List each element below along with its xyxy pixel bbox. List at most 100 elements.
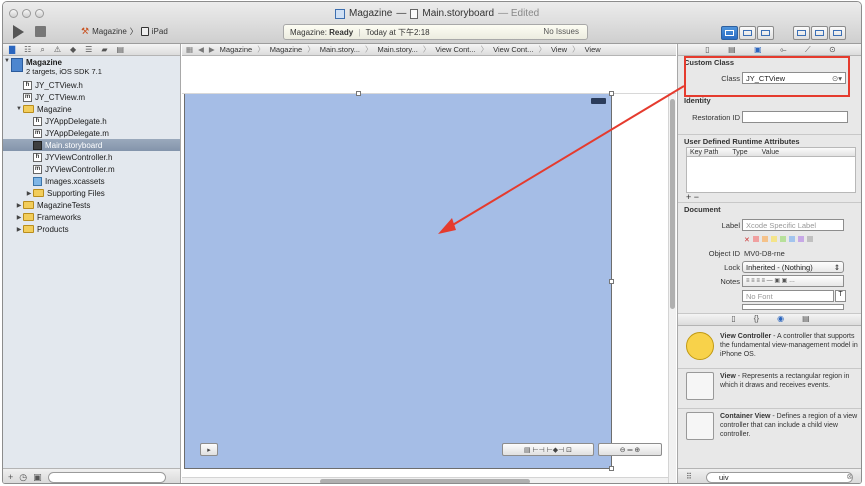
library-filter-input[interactable]: uiv [706, 472, 853, 483]
xcode-label-field[interactable]: Xcode Specific Label [742, 219, 844, 231]
notes-text-area[interactable] [742, 304, 844, 310]
storyboard-canvas[interactable]: ▸ ▤ ⊢⊣ ⊢◆⊣ ⊡ ⊖ ═ ⊕ [182, 91, 676, 483]
horizontal-scrollbar[interactable] [182, 477, 668, 483]
clear-search-icon[interactable]: ⊗ [846, 472, 853, 481]
jump-item[interactable]: View Cont... [435, 45, 475, 54]
tree-item-group[interactable]: ▼ Magazine [3, 103, 180, 115]
vertical-scrollbar[interactable] [668, 94, 676, 483]
tree-item-file[interactable]: Images.xcassets [3, 175, 180, 187]
toggle-navigator-button[interactable] [793, 26, 810, 40]
library-item-container-view[interactable]: Container View - Defines a region of a v… [686, 412, 857, 444]
identity-inspector-icon[interactable]: ▣ [754, 45, 762, 54]
color-swatch[interactable] [761, 236, 768, 242]
connections-inspector-icon[interactable]: ⊙ [829, 45, 836, 54]
tree-item-file[interactable]: m JY_CTView.m [3, 91, 180, 103]
color-swatch[interactable] [779, 236, 786, 242]
code-snippet-icon[interactable]: {} [754, 314, 759, 325]
jump-item[interactable]: View [551, 45, 567, 54]
disclosure-open-icon[interactable]: ▼ [3, 58, 11, 64]
font-field[interactable]: No Font [742, 290, 834, 302]
folder-icon[interactable]: ▇ [9, 45, 15, 54]
color-swatch[interactable] [752, 236, 759, 242]
object-library-icon[interactable]: ◉ [777, 314, 784, 325]
resize-handle[interactable] [609, 279, 614, 284]
view-controller-scene[interactable] [184, 94, 612, 469]
attributes-inspector-icon[interactable]: ⟜ [780, 45, 786, 55]
search-icon[interactable]: ⌕ [40, 45, 44, 55]
resize-handle[interactable] [609, 466, 614, 471]
resize-handle[interactable] [356, 91, 361, 96]
notes-formatting-bar[interactable]: ≡ ≡ ≡ ≡ — ▣ ▣ … [742, 275, 844, 287]
forward-icon[interactable]: ▶ [209, 45, 215, 54]
standard-editor-button[interactable] [721, 26, 738, 40]
color-swatch[interactable] [788, 236, 795, 242]
resize-handle[interactable] [609, 91, 614, 96]
navigator-filter-input[interactable] [47, 471, 166, 483]
clear-label-icon[interactable]: ✕ [744, 237, 750, 244]
document-outline-button[interactable]: ▸ [200, 443, 218, 456]
zoom-buttons[interactable]: ⊖ ═ ⊕ [598, 443, 662, 456]
debug-icon[interactable]: ☰ [85, 45, 92, 54]
disclosure-open-icon[interactable]: ▼ [15, 106, 23, 112]
media-library-icon[interactable]: ▤ [802, 314, 810, 325]
font-picker-button[interactable]: T [835, 290, 846, 302]
lock-popup[interactable]: Inherited - (Nothing) ⇕ [742, 261, 844, 273]
scm-icon[interactable]: ▣ [33, 472, 42, 483]
jump-item[interactable]: Magazine [220, 45, 253, 54]
label-color-swatches[interactable]: ✕ [744, 236, 816, 244]
tree-item-file[interactable]: m JYAppDelegate.m [3, 127, 180, 139]
issue-icon[interactable]: ⚠ [54, 45, 61, 54]
assistant-editor-button[interactable] [739, 26, 756, 40]
color-swatch[interactable] [797, 236, 804, 242]
jump-item[interactable]: View [585, 45, 601, 54]
tree-item-group[interactable]: ▶ MagazineTests [3, 199, 180, 211]
tree-item-file[interactable]: h JY_CTView.h [3, 79, 180, 91]
disclosure-closed-icon[interactable]: ▶ [15, 214, 23, 221]
tree-item-file[interactable]: h JYAppDelegate.h [3, 115, 180, 127]
jump-item[interactable]: View Cont... [493, 45, 533, 54]
tree-item-group[interactable]: ▶ Frameworks [3, 211, 180, 223]
size-inspector-icon[interactable]: ⟋ [805, 45, 811, 55]
breakpoint-icon[interactable]: ▰ [101, 45, 107, 54]
file-inspector-icon[interactable]: ▯ [705, 45, 709, 54]
symbol-icon[interactable]: ☷ [24, 45, 31, 54]
scheme-selector[interactable]: ⚒ Magazine 〉 iPad [81, 26, 168, 37]
recent-files-icon[interactable]: ◷ [19, 472, 27, 483]
file-template-icon[interactable]: ▯ [731, 314, 735, 325]
color-swatch[interactable] [806, 236, 813, 242]
add-icon[interactable]: + [8, 472, 13, 482]
disclosure-closed-icon[interactable]: ▶ [25, 190, 33, 197]
quick-help-icon[interactable]: ▤ [728, 45, 736, 54]
jump-item[interactable]: Magazine [270, 45, 303, 54]
library-item-view-controller[interactable]: View Controller - A controller that supp… [686, 332, 858, 364]
layout-constraint-buttons[interactable]: ▤ ⊢⊣ ⊢◆⊣ ⊡ [502, 443, 594, 456]
log-icon[interactable]: ▤ [116, 45, 124, 54]
back-icon[interactable]: ◀ [198, 45, 204, 54]
close-window-button[interactable] [9, 9, 18, 18]
stop-button[interactable] [35, 26, 46, 37]
toggle-debug-area-button[interactable] [811, 26, 828, 40]
related-items-icon[interactable]: ▦ [186, 45, 193, 54]
runtime-attributes-table[interactable] [686, 157, 856, 193]
jump-item[interactable]: Main.story... [378, 45, 418, 54]
tree-item-project[interactable]: ▼ Magazine 2 targets, iOS SDK 7.1 [3, 58, 180, 78]
disclosure-closed-icon[interactable]: ▶ [15, 226, 23, 233]
restoration-id-field[interactable] [742, 111, 848, 123]
library-item-view[interactable]: View - Represents a rectangular region i… [686, 372, 856, 404]
add-remove-attribute-buttons[interactable]: + − [686, 192, 699, 202]
tree-item-group[interactable]: ▶ Supporting Files [3, 187, 180, 199]
toggle-utilities-button[interactable] [829, 26, 846, 40]
zoom-window-button[interactable] [35, 9, 44, 18]
color-swatch[interactable] [770, 236, 777, 242]
version-editor-button[interactable] [757, 26, 774, 40]
tree-item-file[interactable]: h JYViewController.h [3, 151, 180, 163]
minimize-window-button[interactable] [22, 9, 31, 18]
grid-view-icon[interactable]: ⠿ [686, 472, 692, 481]
tree-item-selected[interactable]: Main.storyboard [3, 139, 180, 151]
test-icon[interactable]: ◆ [70, 45, 76, 54]
jump-item[interactable]: Main.story... [320, 45, 360, 54]
tree-item-file[interactable]: m JYViewController.m [3, 163, 180, 175]
tree-item-group[interactable]: ▶ Products [3, 223, 180, 235]
run-button[interactable] [13, 25, 24, 39]
disclosure-closed-icon[interactable]: ▶ [15, 202, 23, 209]
